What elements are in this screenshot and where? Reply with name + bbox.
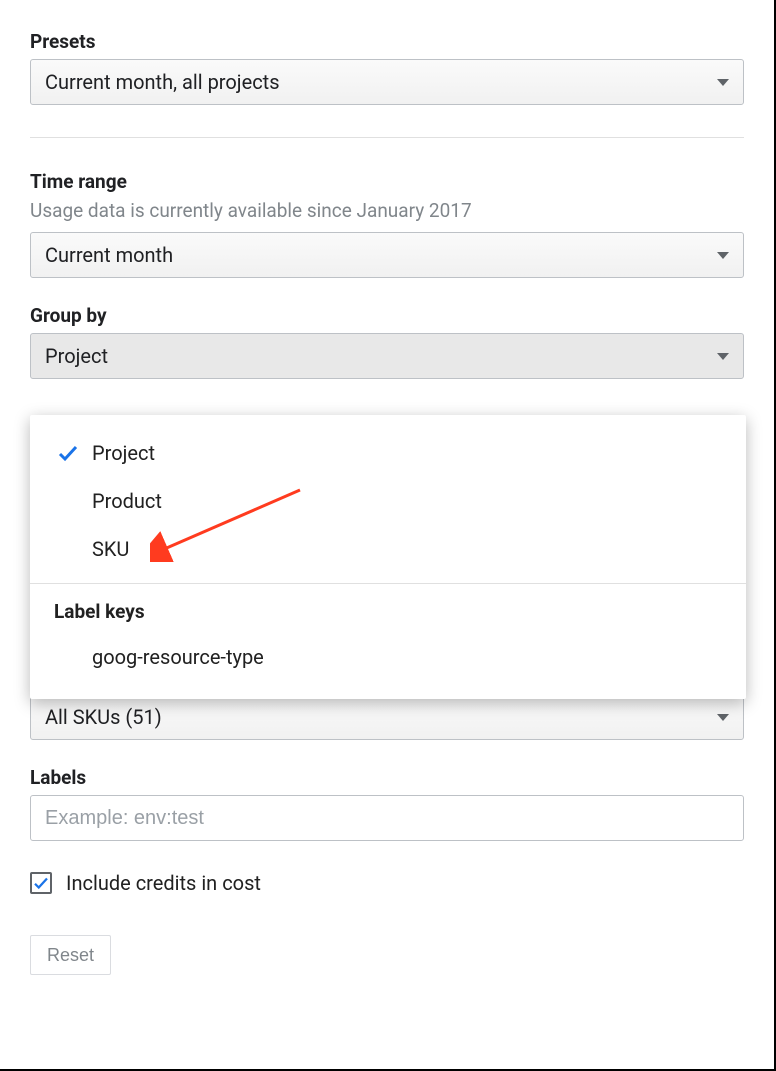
check-icon bbox=[32, 874, 50, 892]
presets-label: Presets bbox=[30, 30, 744, 53]
time-range-sublabel: Usage data is currently available since … bbox=[30, 199, 744, 222]
group-by-select[interactable]: Project bbox=[30, 333, 744, 379]
include-credits-row: Include credits in cost bbox=[30, 871, 744, 895]
time-range-value: Current month bbox=[45, 243, 173, 267]
group-by-option-project[interactable]: Project bbox=[30, 429, 746, 477]
include-credits-checkbox[interactable] bbox=[30, 872, 52, 894]
chevron-down-icon bbox=[717, 252, 729, 259]
label-keys-header: Label keys bbox=[30, 584, 746, 633]
chevron-down-icon bbox=[717, 714, 729, 721]
time-range-label: Time range bbox=[30, 170, 744, 193]
presets-section: Presets Current month, all projects bbox=[30, 30, 744, 105]
group-by-dropdown: Project Product SKU Label keys goog-reso… bbox=[30, 415, 746, 699]
time-range-select[interactable]: Current month bbox=[30, 232, 744, 278]
group-by-value: Project bbox=[45, 344, 108, 368]
labels-section: Labels bbox=[30, 766, 744, 841]
presets-value: Current month, all projects bbox=[45, 70, 280, 94]
group-by-option-product[interactable]: Product bbox=[30, 477, 746, 525]
skus-value: All SKUs (51) bbox=[45, 705, 162, 729]
group-by-option-labelkey[interactable]: goog-resource-type bbox=[30, 633, 746, 681]
skus-select[interactable]: All SKUs (51) bbox=[30, 694, 744, 740]
option-label: Project bbox=[92, 441, 155, 465]
option-label: goog-resource-type bbox=[92, 645, 264, 669]
divider bbox=[30, 137, 744, 138]
option-label: Product bbox=[92, 489, 162, 513]
group-by-label: Group by bbox=[30, 304, 744, 327]
reset-button[interactable]: Reset bbox=[30, 935, 111, 975]
time-range-section: Time range Usage data is currently avail… bbox=[30, 170, 744, 278]
presets-select[interactable]: Current month, all projects bbox=[30, 59, 744, 105]
chevron-down-icon bbox=[717, 79, 729, 86]
group-by-option-sku[interactable]: SKU bbox=[30, 525, 746, 573]
include-credits-label: Include credits in cost bbox=[66, 871, 261, 895]
group-by-section: Group by Project bbox=[30, 304, 744, 379]
labels-input[interactable] bbox=[30, 795, 744, 841]
check-icon bbox=[54, 441, 82, 465]
labels-label: Labels bbox=[30, 766, 744, 789]
chevron-down-icon bbox=[717, 353, 729, 360]
option-label: SKU bbox=[92, 537, 129, 561]
